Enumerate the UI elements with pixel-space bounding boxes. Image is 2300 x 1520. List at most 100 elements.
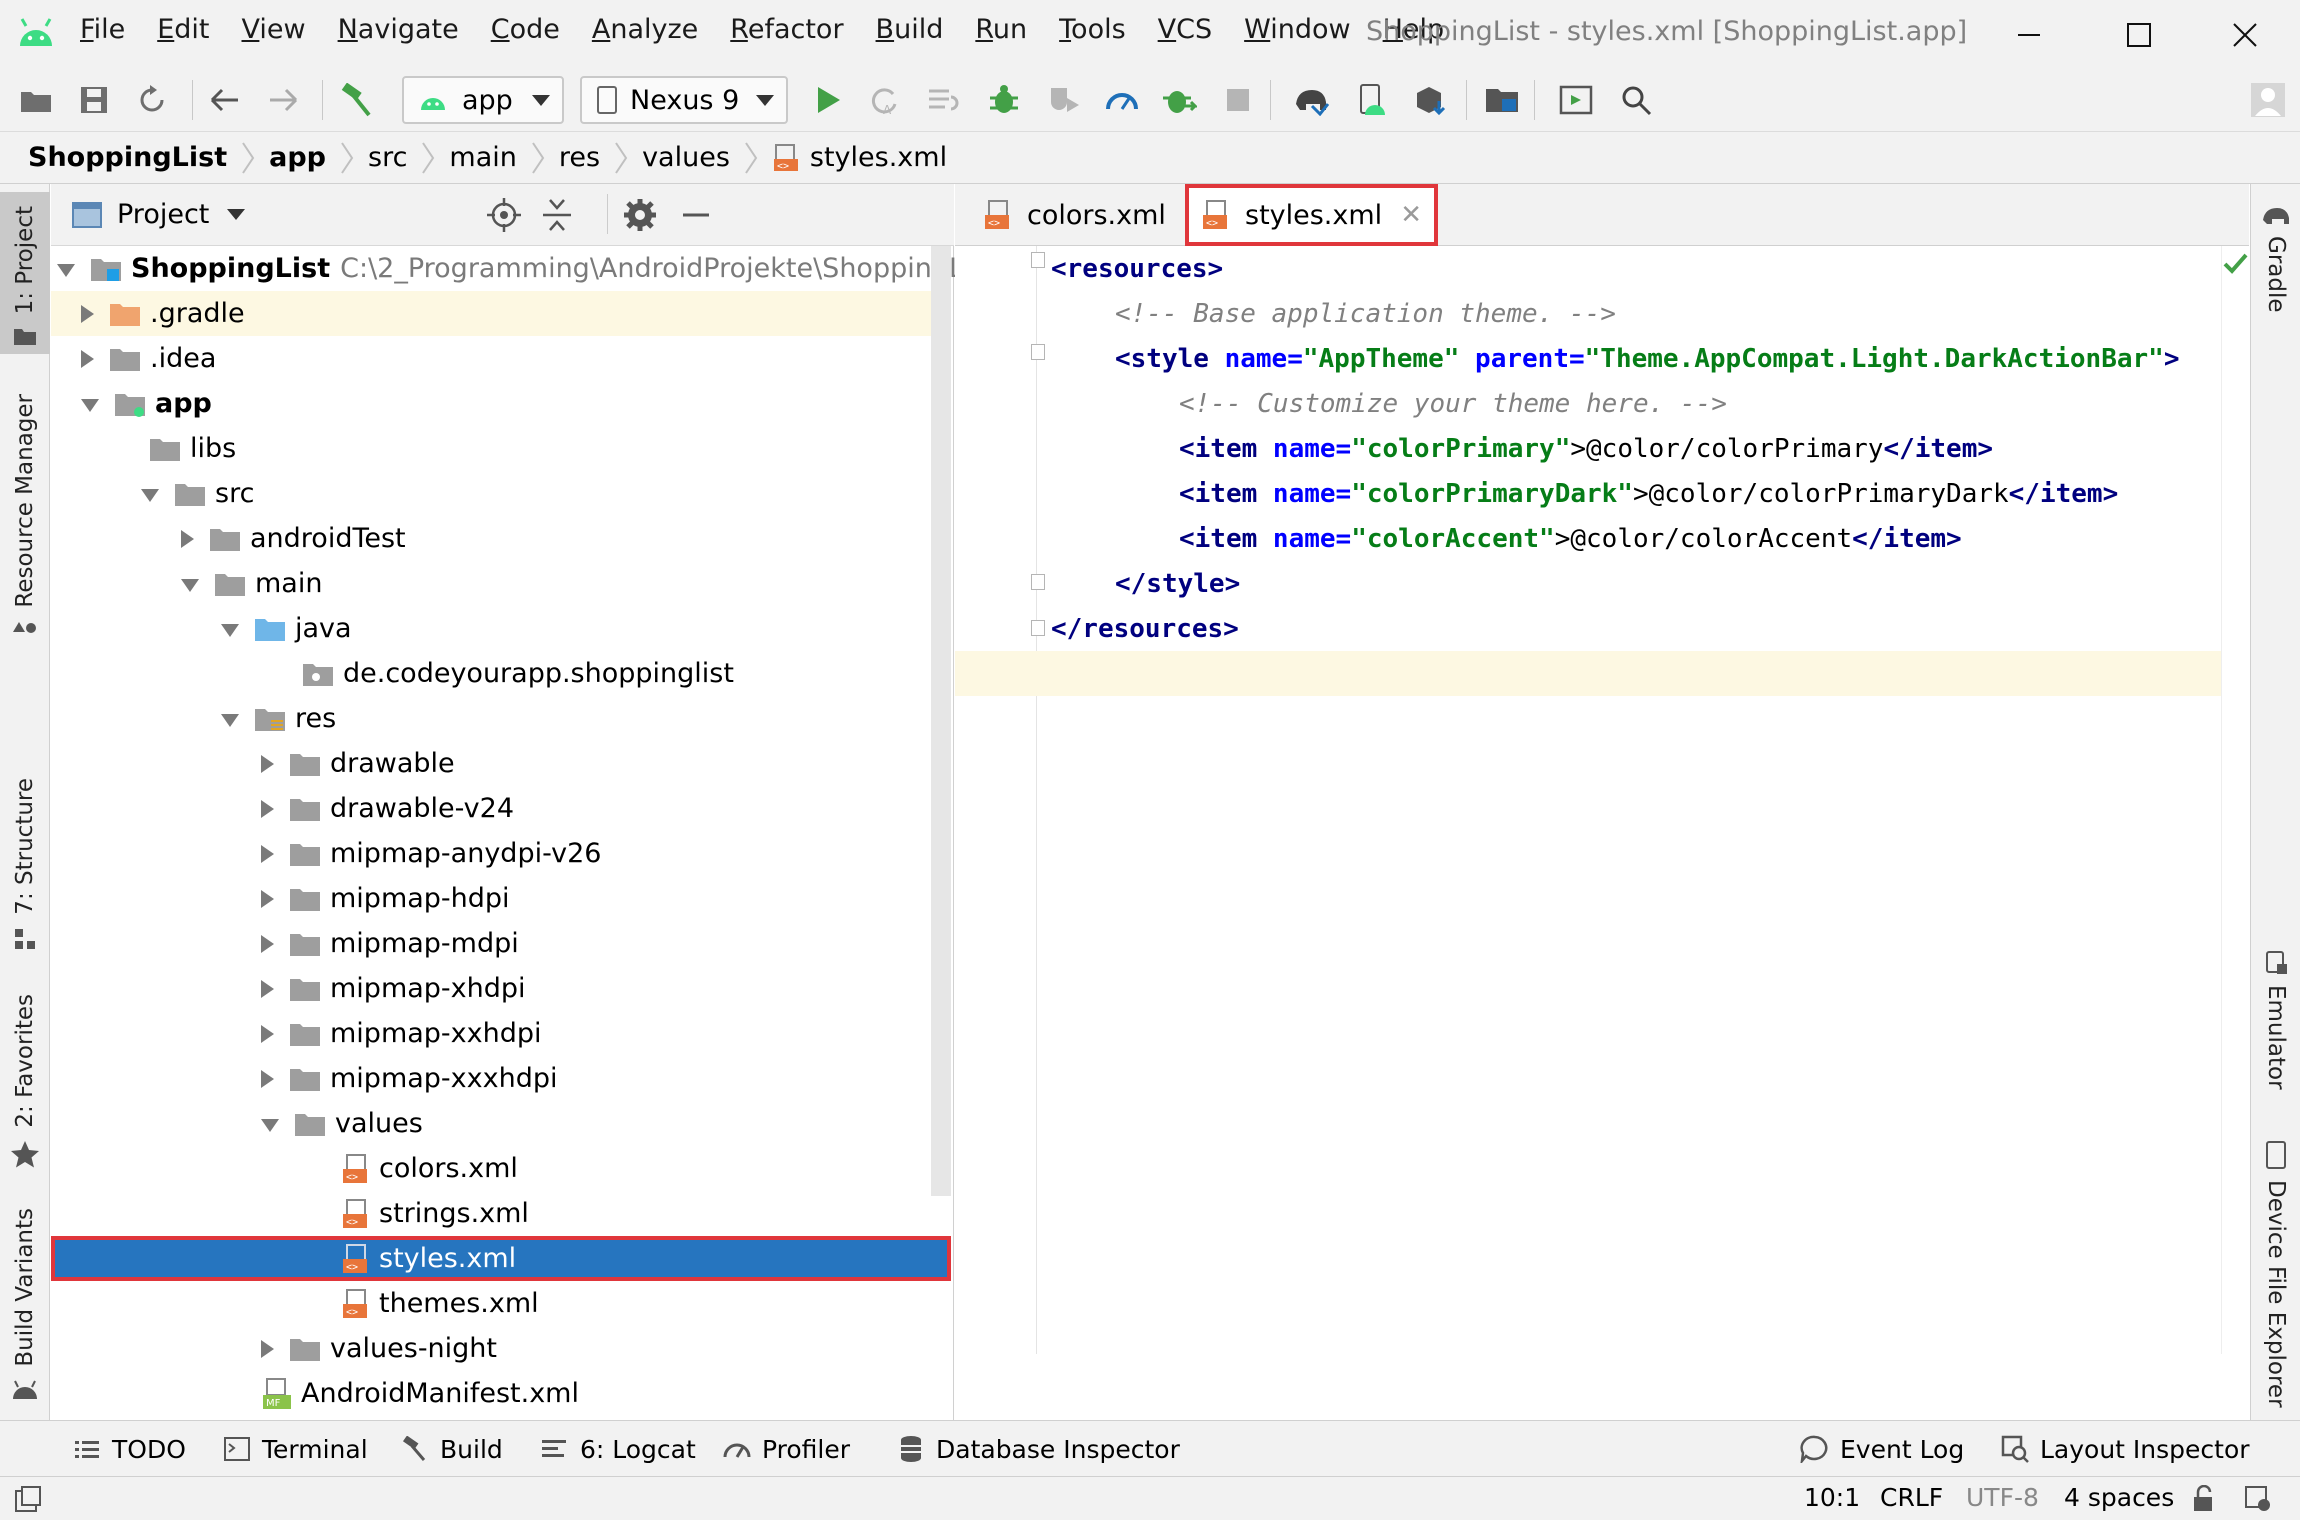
tree-item-androidtest[interactable]: androidTest <box>51 516 951 561</box>
breadcrumb-values[interactable]: values <box>642 142 730 173</box>
breadcrumb-main[interactable]: main <box>449 142 516 173</box>
tree-item-mipmap-mdpi[interactable]: mipmap-mdpi <box>51 921 951 966</box>
tree-item-app[interactable]: app <box>51 381 951 426</box>
tree-scrollbar[interactable] <box>931 246 951 1196</box>
tree-item-main[interactable]: main <box>51 561 951 606</box>
device-select[interactable]: Nexus 9 <box>580 76 788 124</box>
collapse-all-button[interactable] <box>541 198 573 236</box>
tree-item-package[interactable]: de.codeyourapp.shoppinglist <box>51 651 951 696</box>
tree-item-values[interactable]: values <box>51 1101 951 1146</box>
menu-view[interactable]: View <box>242 14 306 45</box>
tree-item-drawable-v24[interactable]: drawable-v24 <box>51 786 951 831</box>
save-all-button[interactable] <box>74 80 114 120</box>
breadcrumb-project[interactable]: ShoppingList <box>28 142 227 173</box>
tab-device-file-explorer[interactable]: Device File Explorer <box>2251 1140 2300 1420</box>
tab-layout-inspector[interactable]: Layout Inspector <box>2000 1431 2250 1467</box>
run-button[interactable] <box>808 80 848 120</box>
tree-item-colors-xml[interactable]: <> colors.xml <box>51 1146 951 1191</box>
tab-colors-xml[interactable]: <> colors.xml ✕ <box>971 184 1218 246</box>
attach-debugger-button[interactable] <box>1160 80 1200 120</box>
sdk-manager-button[interactable] <box>1410 80 1450 120</box>
project-structure-button[interactable] <box>1482 80 1522 120</box>
breadcrumb-src[interactable]: src <box>368 142 407 173</box>
tree-item-src[interactable]: src <box>51 471 951 516</box>
breadcrumb-res[interactable]: res <box>559 142 600 173</box>
tree-item-strings-xml[interactable]: <> strings.xml <box>51 1191 951 1236</box>
tree-item-idea[interactable]: .idea <box>51 336 951 381</box>
tab-gradle[interactable]: Gradle <box>2251 204 2300 344</box>
line-separator[interactable]: CRLF <box>1880 1483 1943 1512</box>
editor-scrollbar[interactable] <box>2221 246 2249 1354</box>
code-editor[interactable]: <resources> <!-- Base application theme.… <box>955 246 2249 1354</box>
tree-item-mipmap-xxhdpi[interactable]: mipmap-xxhdpi <box>51 1011 951 1056</box>
apply-changes-button[interactable]: A <box>864 80 904 120</box>
menu-navigate[interactable]: Navigate <box>338 14 459 45</box>
tree-item-themes-xml[interactable]: <> themes.xml <box>51 1281 951 1326</box>
tab-project[interactable]: 1: Project <box>0 192 50 354</box>
panel-settings-button[interactable] <box>623 198 657 236</box>
sync-gradle-button[interactable] <box>1292 80 1332 120</box>
sync-button[interactable] <box>132 80 172 120</box>
tab-logcat[interactable]: 6: Logcat <box>540 1431 696 1467</box>
tab-profiler[interactable]: Profiler <box>722 1431 850 1467</box>
minimize-button[interactable] <box>2004 10 2054 60</box>
lock-icon[interactable] <box>2192 1485 2218 1513</box>
tree-item-styles-xml-selected[interactable]: <> styles.xml <box>51 1236 951 1281</box>
menu-code[interactable]: Code <box>491 14 560 45</box>
breadcrumb-module[interactable]: app <box>269 142 326 173</box>
run-config-select[interactable]: app <box>402 76 564 124</box>
avd-manager-button[interactable] <box>1352 80 1392 120</box>
forward-button[interactable] <box>264 80 304 120</box>
menu-run[interactable]: Run <box>975 14 1027 45</box>
menu-window[interactable]: Window <box>1244 14 1350 45</box>
tab-styles-xml[interactable]: <> styles.xml ✕ <box>1185 184 1438 246</box>
profile-button[interactable] <box>1044 80 1084 120</box>
tab-todo[interactable]: TODO <box>72 1431 186 1467</box>
chevron-down-icon[interactable] <box>227 209 246 220</box>
maximize-button[interactable] <box>2114 10 2164 60</box>
file-encoding[interactable]: UTF-8 <box>1966 1483 2039 1512</box>
tree-root[interactable]: ShoppingList C:\2_Programming\AndroidPro… <box>51 246 996 291</box>
back-button[interactable] <box>204 80 244 120</box>
toggle-tool-windows-icon[interactable] <box>14 1485 42 1513</box>
hide-panel-button[interactable] <box>681 198 711 236</box>
tree-item-mipmap-xhdpi[interactable]: mipmap-xhdpi <box>51 966 951 1011</box>
menu-tools[interactable]: Tools <box>1059 14 1126 45</box>
project-view-title[interactable]: Project <box>117 199 209 230</box>
tab-build-variants[interactable]: Build Variants <box>0 1208 50 1418</box>
breadcrumb-file[interactable]: styles.xml <box>810 142 947 173</box>
make-project-button[interactable] <box>336 80 376 120</box>
tab-emulator[interactable]: Emulator <box>2251 950 2300 1090</box>
profiler-button[interactable] <box>1102 80 1142 120</box>
tree-item-manifest[interactable]: MF AndroidManifest.xml <box>51 1371 951 1416</box>
menu-file[interactable]: File <box>80 14 125 45</box>
tab-resource-manager[interactable]: Resource Manager <box>0 394 50 634</box>
tree-item-values-night[interactable]: values-night <box>51 1326 951 1371</box>
tree-item-mipmap-hdpi[interactable]: mipmap-hdpi <box>51 876 951 921</box>
caret-position[interactable]: 10:1 <box>1804 1483 1860 1512</box>
tree-item-java[interactable]: java <box>51 606 951 651</box>
apply-code-changes-button[interactable] <box>924 80 964 120</box>
tab-event-log[interactable]: Event Log <box>1800 1431 1964 1467</box>
account-button[interactable] <box>2248 80 2288 120</box>
tab-terminal[interactable]: Terminal <box>222 1431 368 1467</box>
tab-structure[interactable]: 7: Structure <box>0 778 50 958</box>
tree-item-drawable[interactable]: drawable <box>51 741 951 786</box>
tab-build[interactable]: Build <box>400 1431 503 1467</box>
tree-item-res[interactable]: res <box>51 696 951 741</box>
tab-favorites[interactable]: 2: Favorites <box>0 994 50 1174</box>
menu-edit[interactable]: Edit <box>157 14 209 45</box>
tree-item-gradle[interactable]: .gradle <box>51 291 951 336</box>
close-window-button[interactable] <box>2220 10 2270 60</box>
inspection-widget-icon[interactable] <box>2244 1485 2274 1513</box>
menu-refactor[interactable]: Refactor <box>730 14 843 45</box>
close-tab-icon[interactable]: ✕ <box>1400 200 1422 230</box>
search-everywhere-button[interactable] <box>1616 80 1656 120</box>
tree-item-mipmap-anydpi[interactable]: mipmap-anydpi-v26 <box>51 831 951 876</box>
tab-database-inspector[interactable]: Database Inspector <box>896 1431 1180 1467</box>
menu-vcs[interactable]: VCS <box>1158 14 1212 45</box>
device-manager-button[interactable] <box>1556 80 1596 120</box>
open-button[interactable] <box>16 80 56 120</box>
debug-button[interactable] <box>984 80 1024 120</box>
locate-file-button[interactable] <box>487 198 521 236</box>
